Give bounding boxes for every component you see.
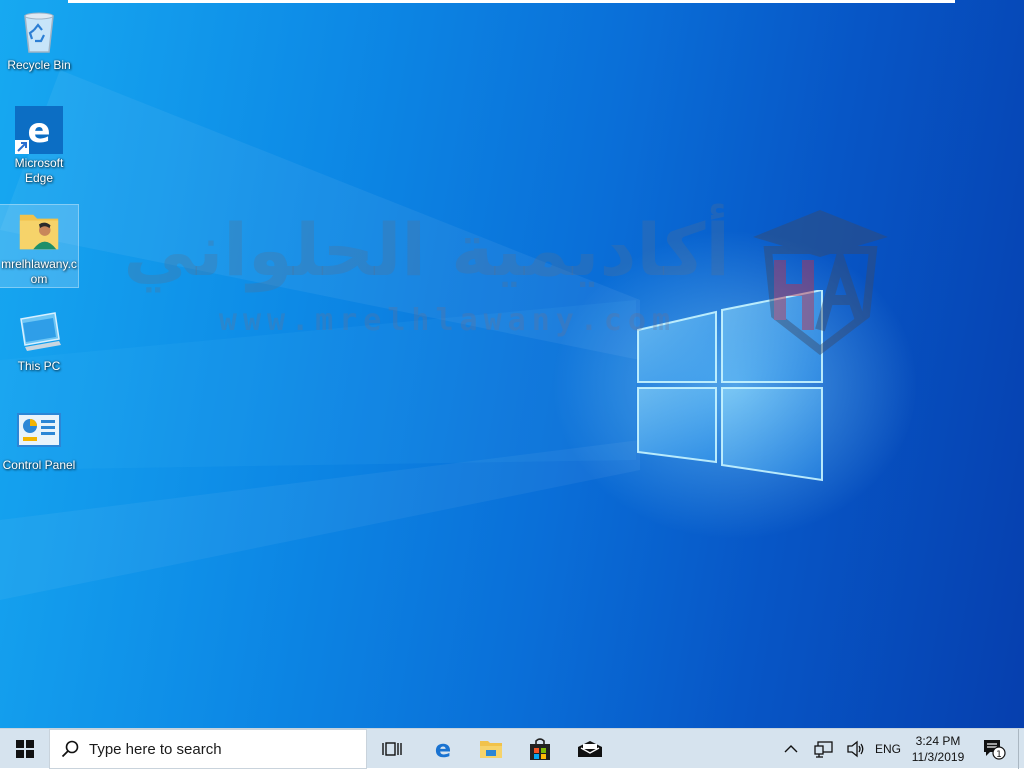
taskbar: Type here to search e ENG 3:24 PM 11/3/2… [0, 728, 1024, 769]
svg-text:e: e [435, 737, 451, 761]
network-icon [814, 741, 833, 758]
desktop-icon-label: This PC [17, 359, 61, 373]
user-folder-icon [19, 214, 59, 250]
desktop-icon-label: mrelhlawany.com [1, 257, 77, 286]
svg-text:e: e [27, 111, 50, 151]
taskbar-store-button[interactable] [516, 729, 564, 769]
edge-icon: e [15, 106, 63, 154]
language-indicator: ENG [874, 742, 901, 756]
desktop-icon-label: Microsoft Edge [14, 156, 64, 185]
top-white-bar [68, 0, 955, 3]
network-button[interactable] [810, 729, 838, 769]
desktop-icon-label: Control Panel [2, 458, 76, 472]
show-hidden-icons-button[interactable] [780, 729, 802, 769]
volume-button[interactable] [842, 729, 870, 769]
notification-count: 1 [996, 750, 1002, 760]
notification-icon: 1 [984, 740, 1006, 760]
taskbar-file-explorer-button[interactable] [468, 729, 514, 769]
taskbar-edge-button[interactable]: e [420, 729, 466, 769]
computer-icon [20, 312, 61, 351]
desktop-icon-mrelhlawany-folder[interactable]: mrelhlawany.com [0, 204, 79, 288]
clock-time: 3:24 PM [915, 734, 961, 748]
desktop-icon-recycle-bin[interactable]: Recycle Bin [0, 4, 78, 73]
watermark-url-text: www.mrelhlawany.com [218, 303, 677, 338]
desktop-icon-microsoft-edge[interactable]: e Microsoft Edge [0, 102, 78, 186]
search-placeholder: Type here to search [89, 740, 222, 758]
taskbar-search-box[interactable]: Type here to search [49, 729, 367, 769]
task-view-icon [382, 742, 402, 756]
edge-icon: e [435, 737, 451, 761]
desktop-icon-label: Recycle Bin [7, 58, 71, 72]
clock-date: 11/3/2019 [911, 750, 965, 764]
desktop[interactable]: أكاديمية الحلواني www.mrelhlawany.com Re… [0, 0, 1024, 728]
desktop-icon-this-pc[interactable]: This PC [0, 305, 78, 374]
search-icon [61, 740, 79, 758]
chevron-up-icon [784, 745, 798, 753]
file-explorer-icon [480, 741, 502, 758]
input-language-button[interactable]: ENG [872, 729, 904, 769]
watermark-arabic-text: أكاديمية الحلواني [123, 208, 730, 292]
taskbar-mail-button[interactable] [566, 729, 614, 769]
task-view-button[interactable] [370, 729, 414, 769]
clock[interactable]: 3:24 PM 11/3/2019 [905, 731, 971, 767]
watermark-shield-logo [753, 210, 888, 355]
desktop-icon-control-panel[interactable]: Control Panel [0, 404, 78, 473]
show-desktop-button[interactable] [1018, 729, 1024, 769]
store-icon [530, 738, 550, 760]
recycle-bin-icon [24, 12, 54, 53]
mail-icon [578, 741, 602, 757]
wallpaper-beams [0, 70, 640, 600]
windows-start-icon [15, 740, 34, 758]
action-center-button[interactable]: 1 [976, 729, 1012, 769]
start-button[interactable] [0, 729, 49, 769]
speaker-icon [847, 740, 864, 758]
control-panel-icon [17, 413, 61, 447]
